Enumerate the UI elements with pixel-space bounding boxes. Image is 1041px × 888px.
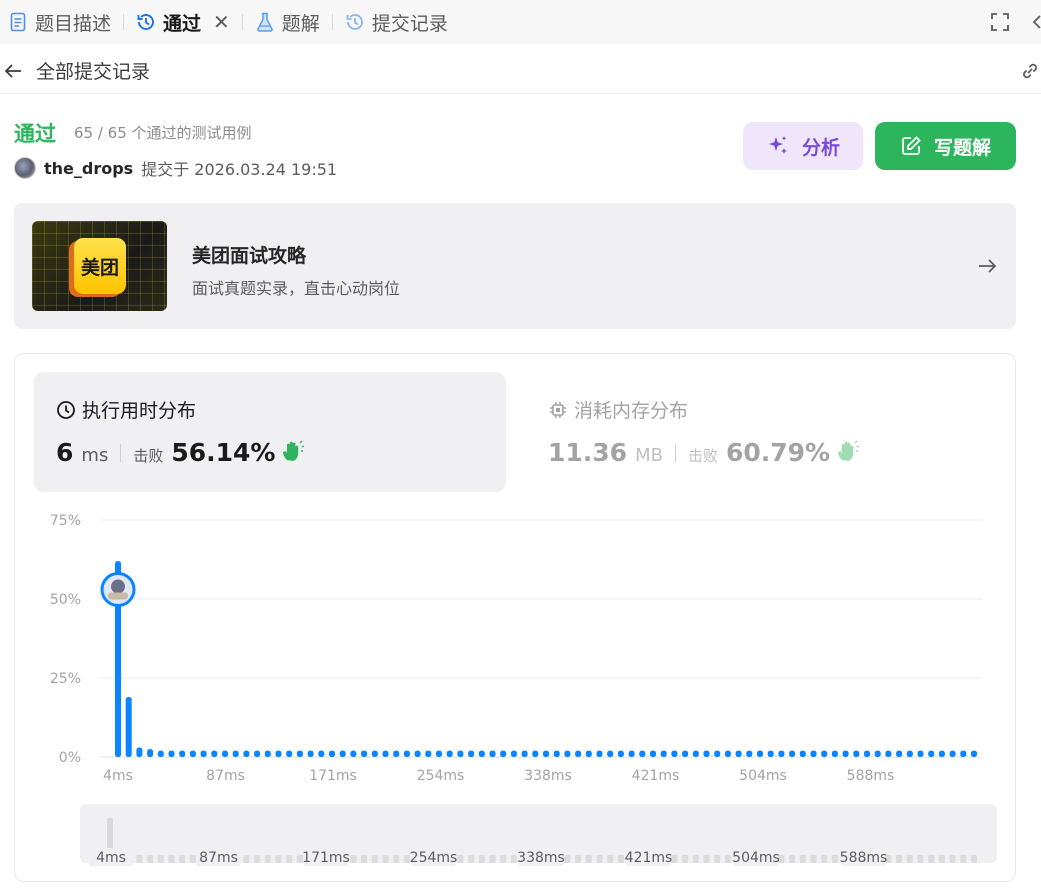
tab-divider — [331, 14, 333, 30]
test-cases-passed: 65 / 65 个通过的测试用例 — [74, 124, 252, 142]
write-solution-button[interactable]: 写题解 — [875, 122, 1016, 170]
memory-beats-percent: 60.79% — [725, 438, 831, 467]
tab-bar: 题目描述 通过 ✕ 题解 提交记录 — [0, 0, 1041, 44]
tab-accepted-label: 通过 — [163, 12, 202, 35]
memory-title: 消耗内存分布 — [574, 400, 689, 422]
tab-description[interactable]: 题目描述 — [0, 0, 119, 44]
arrow-right-icon — [976, 255, 998, 277]
tab-solutions-label: 题解 — [281, 12, 320, 35]
analyze-button[interactable]: 分析 — [743, 122, 863, 170]
runtime-unit: ms — [81, 445, 109, 466]
tab-divider — [241, 14, 243, 30]
tab-submissions[interactable]: 提交记录 — [337, 0, 456, 44]
memory-card[interactable]: 消耗内存分布 11.36 MB 击败 60.79% — [534, 372, 994, 492]
fullscreen-icon[interactable] — [989, 11, 1011, 33]
memory-unit: MB — [635, 445, 663, 466]
history-icon — [345, 12, 365, 32]
close-icon[interactable]: ✕ — [213, 10, 230, 34]
history-icon — [136, 12, 156, 32]
submission-status: 通过 — [14, 122, 56, 146]
banner-subtitle: 面试真题实录，直击心动岗位 — [192, 279, 401, 298]
runtime-beats-percent: 56.14% — [171, 438, 276, 467]
runtime-value: 6 — [56, 438, 74, 467]
tab-accepted[interactable]: 通过 ✕ — [128, 0, 238, 44]
write-solution-label: 写题解 — [933, 136, 991, 159]
flask-icon — [255, 12, 275, 32]
clap-icon — [281, 439, 305, 466]
analyze-label: 分析 — [801, 136, 840, 159]
username[interactable]: the_drops — [44, 159, 133, 178]
performance-panel: 执行用时分布 6 ms 击败 56.14% 消耗内存分布 11.36 MB 击败… — [14, 353, 1016, 882]
meituan-logo: 美团 — [74, 238, 126, 294]
promo-banner[interactable]: 美团 美团面试攻略 面试真题实录，直击心动岗位 — [14, 203, 1016, 329]
link-icon[interactable] — [1019, 60, 1041, 82]
sparkle-icon — [766, 134, 802, 158]
tab-divider — [123, 14, 125, 30]
clap-icon — [836, 439, 860, 466]
meituan-banner-image: 美团 — [32, 221, 167, 311]
memory-value: 11.36 — [548, 438, 628, 467]
tab-description-label: 题目描述 — [35, 12, 112, 35]
runtime-card[interactable]: 执行用时分布 6 ms 击败 56.14% — [34, 372, 506, 492]
submission-time: 提交于 2026.03.24 19:51 — [141, 160, 338, 179]
back-arrow-icon[interactable] — [2, 60, 24, 82]
chevron-left-icon[interactable] — [1031, 11, 1041, 33]
submission-header: 全部提交记录 — [0, 48, 1041, 94]
clock-icon — [56, 400, 82, 420]
document-icon — [8, 12, 28, 32]
runtime-beats-label: 击败 — [133, 447, 164, 465]
edit-icon — [900, 135, 934, 157]
memory-beats-label: 击败 — [687, 447, 718, 465]
all-submissions-title: 全部提交记录 — [36, 61, 151, 83]
banner-title: 美团面试攻略 — [192, 245, 307, 267]
submitter-row: the_drops 提交于 2026.03.24 19:51 — [14, 156, 337, 180]
chip-icon — [548, 400, 574, 420]
tab-solutions[interactable]: 题解 — [247, 0, 328, 44]
runtime-title: 执行用时分布 — [82, 400, 197, 422]
avatar[interactable] — [14, 157, 36, 179]
tab-submissions-label: 提交记录 — [371, 12, 448, 35]
